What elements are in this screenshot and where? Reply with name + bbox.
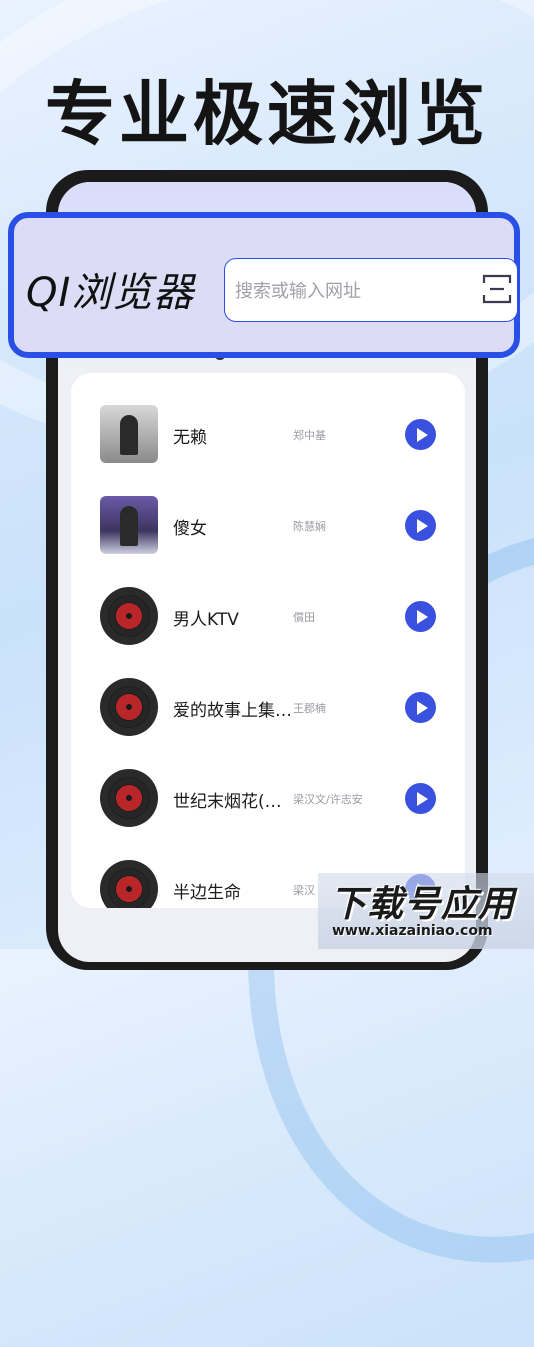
vinyl-record-icon bbox=[100, 769, 158, 827]
song-list-card: 无赖 郑中基傻女 陈慧娴男人KTV 償田爱的故事上集… 王郡楠世纪末烟花(… 梁汉文/许志… bbox=[71, 373, 465, 908]
vinyl-record-icon bbox=[100, 587, 158, 645]
play-button[interactable] bbox=[405, 601, 436, 632]
song-row[interactable]: 男人KTV 償田 bbox=[71, 587, 465, 647]
song-artist: 償田 bbox=[293, 611, 315, 624]
vinyl-record-icon bbox=[100, 860, 158, 908]
play-button[interactable] bbox=[405, 510, 436, 541]
browser-search-bar-highlight: QI浏览器 bbox=[8, 212, 520, 358]
song-title: 无赖 bbox=[173, 428, 207, 448]
song-row[interactable]: 爱的故事上集… 王郡楠 bbox=[71, 678, 465, 738]
song-title: 世纪末烟花(… bbox=[173, 792, 282, 812]
album-cover bbox=[100, 496, 158, 554]
scan-icon[interactable] bbox=[481, 273, 513, 305]
song-title: 半边生命 bbox=[173, 883, 241, 903]
song-title: 傻女 bbox=[173, 519, 207, 539]
watermark-title: 下载号应用 bbox=[330, 884, 516, 925]
song-title: 爱的故事上集… bbox=[173, 701, 292, 721]
song-row[interactable]: 傻女 陈慧娴 bbox=[71, 496, 465, 556]
song-artist: 陈慧娴 bbox=[293, 520, 326, 533]
song-artist: 王郡楠 bbox=[293, 702, 326, 715]
album-cover bbox=[100, 405, 158, 463]
song-title: 男人KTV bbox=[173, 610, 239, 630]
song-row[interactable]: 无赖 郑中基 bbox=[71, 405, 465, 465]
play-button[interactable] bbox=[405, 692, 436, 723]
play-button[interactable] bbox=[405, 783, 436, 814]
watermark-url: www.xiazainiao.com bbox=[332, 923, 493, 939]
play-button[interactable] bbox=[405, 419, 436, 450]
vinyl-record-icon bbox=[100, 678, 158, 736]
promo-headline: 专业极速浏览 bbox=[45, 73, 489, 155]
song-row[interactable]: 世纪末烟花(… 梁汉文/许志安 bbox=[71, 769, 465, 829]
site-watermark: 下载号应用 www.xiazainiao.com bbox=[318, 873, 534, 949]
song-artist: 梁汉文/许志安 bbox=[293, 793, 363, 806]
search-box[interactable] bbox=[224, 258, 518, 322]
song-artist: 郑中基 bbox=[293, 429, 326, 442]
browser-brand-logo: QI浏览器 bbox=[26, 270, 195, 316]
search-input[interactable] bbox=[233, 273, 477, 309]
